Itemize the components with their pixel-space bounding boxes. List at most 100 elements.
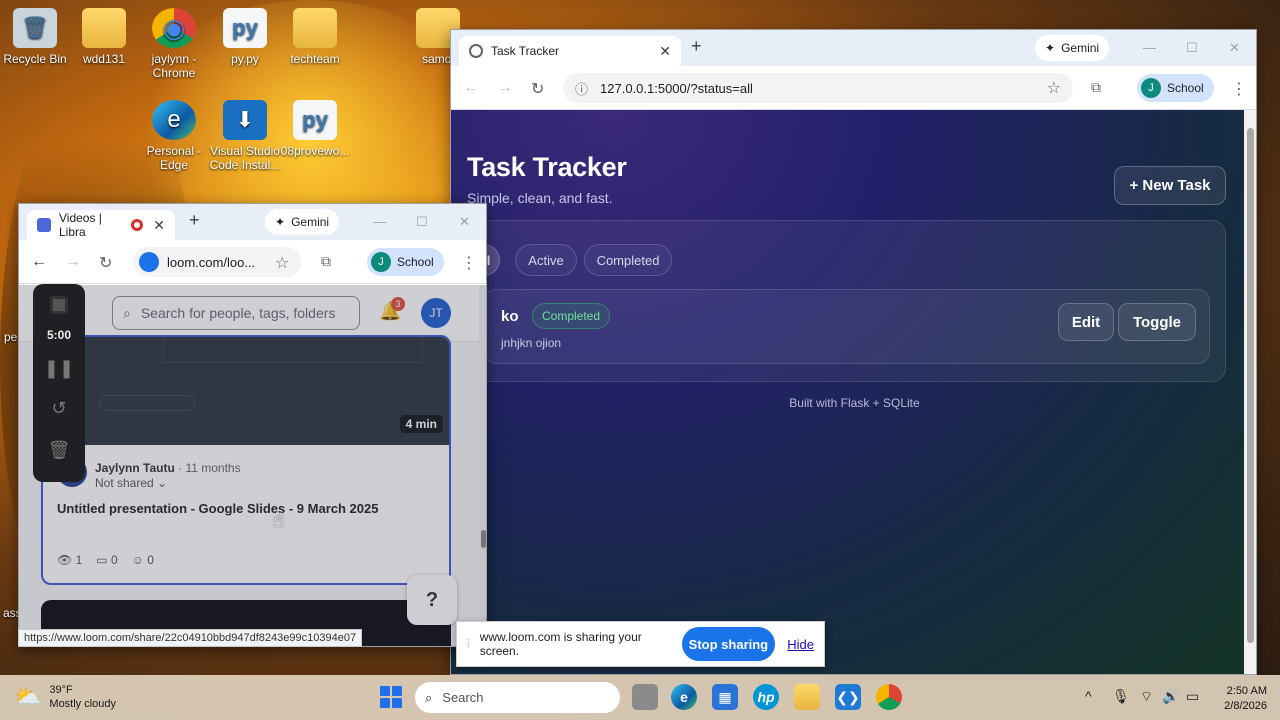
show-hidden-icons-chevron-icon[interactable]: ^ (1085, 688, 1092, 704)
gemini-label: Gemini (1061, 41, 1100, 55)
tab-loom-videos[interactable]: Videos | Libra ✕ (27, 210, 175, 240)
desktop-icon-chrome[interactable]: ◉ jaylynn - Chrome (136, 8, 212, 80)
desktop-icon-label: Visual Studio Code Instal... (209, 144, 281, 172)
search-input[interactable]: ⌕ Search for people, tags, folders (112, 296, 360, 330)
info-icon[interactable]: ⓘ (575, 79, 588, 98)
desktop-icon-08provewo[interactable]: py 08provewo... (277, 100, 353, 158)
drag-handle-icon[interactable]: ⦙ (467, 637, 470, 652)
new-tab-button[interactable]: + (189, 210, 200, 231)
scrollbar-thumb[interactable] (481, 530, 486, 548)
desktop-icon-wdd131[interactable]: wdd131 (66, 8, 142, 66)
back-button[interactable]: ← (31, 253, 47, 271)
gemini-button[interactable]: ✦ Gemini (265, 209, 340, 235)
desktop-icon-techteam[interactable]: techteam (277, 8, 353, 66)
microphone-icon (139, 252, 159, 272)
browser-toolbar: ← → ↻ ⓘ 127.0.0.1:5000/?status=all ☆ ⧉ J… (451, 66, 1256, 110)
desktop-icon-edge[interactable]: e Personal - Edge (136, 100, 212, 172)
video-card[interactable]: 4 min Jaylynn Tautu · 11 months Not shar… (41, 335, 451, 585)
reload-button[interactable]: ↻ (531, 79, 544, 99)
browser-menu-icon[interactable]: ⋮ (1231, 79, 1247, 99)
weather-widget[interactable]: ⛅ 39°F Mostly cloudy (14, 683, 116, 711)
microphone-icon[interactable]: 🎙 (1112, 688, 1130, 705)
status-bar-url: https://www.loom.com/share/22c04910bbd94… (18, 629, 363, 647)
video-thumbnail[interactable]: 4 min (43, 337, 449, 445)
desktop-icon-label: techteam (290, 52, 340, 66)
trash-icon[interactable]: 🗑 (33, 440, 85, 461)
minimize-button[interactable]: — (1143, 40, 1156, 55)
search-icon: ⌕ (425, 689, 433, 705)
avatar[interactable]: JT (421, 298, 451, 328)
sparkle-icon: ✦ (275, 215, 286, 229)
cloud-icon: ⛅ (14, 684, 42, 709)
forward-button[interactable]: → (65, 253, 81, 271)
taskbar-search[interactable]: ⌕ Search (415, 682, 620, 713)
hide-link[interactable]: Hide (787, 637, 814, 652)
bookmark-star-icon[interactable]: ☆ (275, 253, 289, 273)
video-stats: 👁 1 ▭ 0 ☺ 0 (57, 553, 154, 567)
status-badge: Completed (532, 303, 610, 329)
video-title[interactable]: Untitled presentation - Google Slides - … (57, 501, 378, 516)
folder-icon (293, 8, 337, 48)
page-scrollbar[interactable] (1244, 110, 1256, 674)
volume-icon[interactable]: 🔊 (1162, 688, 1179, 705)
stop-recording-button[interactable] (50, 296, 68, 314)
comments-stat: ▭ 0 (96, 553, 117, 567)
profile-avatar: J (1141, 78, 1161, 98)
restart-icon[interactable]: ↺ (33, 398, 85, 419)
vscode-icon[interactable]: ❮❯ (835, 684, 861, 710)
desktop-icon-py[interactable]: py py.py (207, 8, 283, 66)
clock-date: 2/8/2026 (1224, 700, 1267, 712)
mouse-cursor-icon: ☝ (272, 510, 285, 532)
toggle-button[interactable]: Toggle (1118, 303, 1196, 341)
share-status-dropdown[interactable]: Not shared ⌄ (95, 476, 167, 490)
forward-button[interactable]: → (497, 79, 513, 97)
chrome-icon: ◉ (152, 8, 196, 48)
page-title: Task Tracker (467, 152, 627, 182)
chrome-taskbar-icon[interactable] (876, 684, 902, 710)
page-subtitle: Simple, clean, and fast. (467, 190, 613, 206)
minimize-button[interactable]: — (373, 214, 386, 229)
new-task-button[interactable]: + New Task (1114, 166, 1226, 205)
tab-search-icon[interactable]: ⧉ (321, 253, 331, 270)
filter-completed[interactable]: Completed (584, 244, 672, 276)
wifi-icon[interactable]: ⌔ (1140, 688, 1153, 706)
desktop-icon-vscode-installer[interactable]: ⬇ Visual Studio Code Instal... (207, 100, 283, 172)
hp-icon[interactable]: hp (753, 684, 779, 710)
video-author: Jaylynn Tautu · 11 months (95, 461, 241, 475)
start-button[interactable] (380, 686, 402, 708)
back-button[interactable]: ← (463, 79, 479, 97)
file-explorer-icon[interactable] (794, 684, 820, 710)
reload-button[interactable]: ↻ (99, 253, 112, 273)
filter-active[interactable]: Active (515, 244, 577, 276)
profile-button[interactable]: J School (367, 248, 444, 276)
battery-icon[interactable]: ▭ (1186, 688, 1199, 705)
task-view-icon[interactable] (632, 684, 658, 710)
pause-icon[interactable]: ❚❚ (33, 358, 85, 379)
close-window-button[interactable]: ✕ (459, 214, 470, 230)
bookmark-star-icon[interactable]: ☆ (1047, 78, 1061, 98)
close-window-button[interactable]: ✕ (1229, 40, 1240, 56)
stop-sharing-button[interactable]: Stop sharing (681, 627, 776, 661)
maximize-button[interactable]: ☐ (1186, 40, 1198, 56)
scrollbar-thumb[interactable] (1247, 128, 1254, 643)
help-button[interactable]: ? (407, 575, 457, 625)
close-tab-icon[interactable]: ✕ (153, 217, 165, 234)
folder-icon (82, 8, 126, 48)
page-scrollbar[interactable] (479, 285, 486, 646)
edge-taskbar-icon[interactable]: e (671, 684, 697, 710)
address-bar[interactable]: ⓘ 127.0.0.1:5000/?status=all ☆ (563, 73, 1073, 103)
close-tab-icon[interactable]: ✕ (659, 43, 671, 60)
edit-button[interactable]: Edit (1058, 303, 1114, 341)
tab-task-tracker[interactable]: Task Tracker ✕ (459, 36, 681, 66)
views-stat: 👁 1 (57, 553, 82, 567)
browser-menu-icon[interactable]: ⋮ (461, 253, 477, 273)
task-card: ko Completed jnhjkn ojion Edit Toggle (484, 289, 1210, 364)
profile-button[interactable]: J School (1137, 74, 1214, 102)
desktop-icon-recycle-bin[interactable]: 🗑 Recycle Bin (0, 8, 73, 66)
gemini-button[interactable]: ✦ Gemini (1035, 35, 1110, 61)
new-tab-button[interactable]: + (691, 36, 702, 57)
tab-search-icon[interactable]: ⧉ (1091, 79, 1101, 96)
store-icon[interactable]: ▦ (712, 684, 738, 710)
maximize-button[interactable]: ☐ (416, 214, 428, 230)
system-clock[interactable]: 2:50 AM 2/8/2026 (1215, 684, 1267, 714)
